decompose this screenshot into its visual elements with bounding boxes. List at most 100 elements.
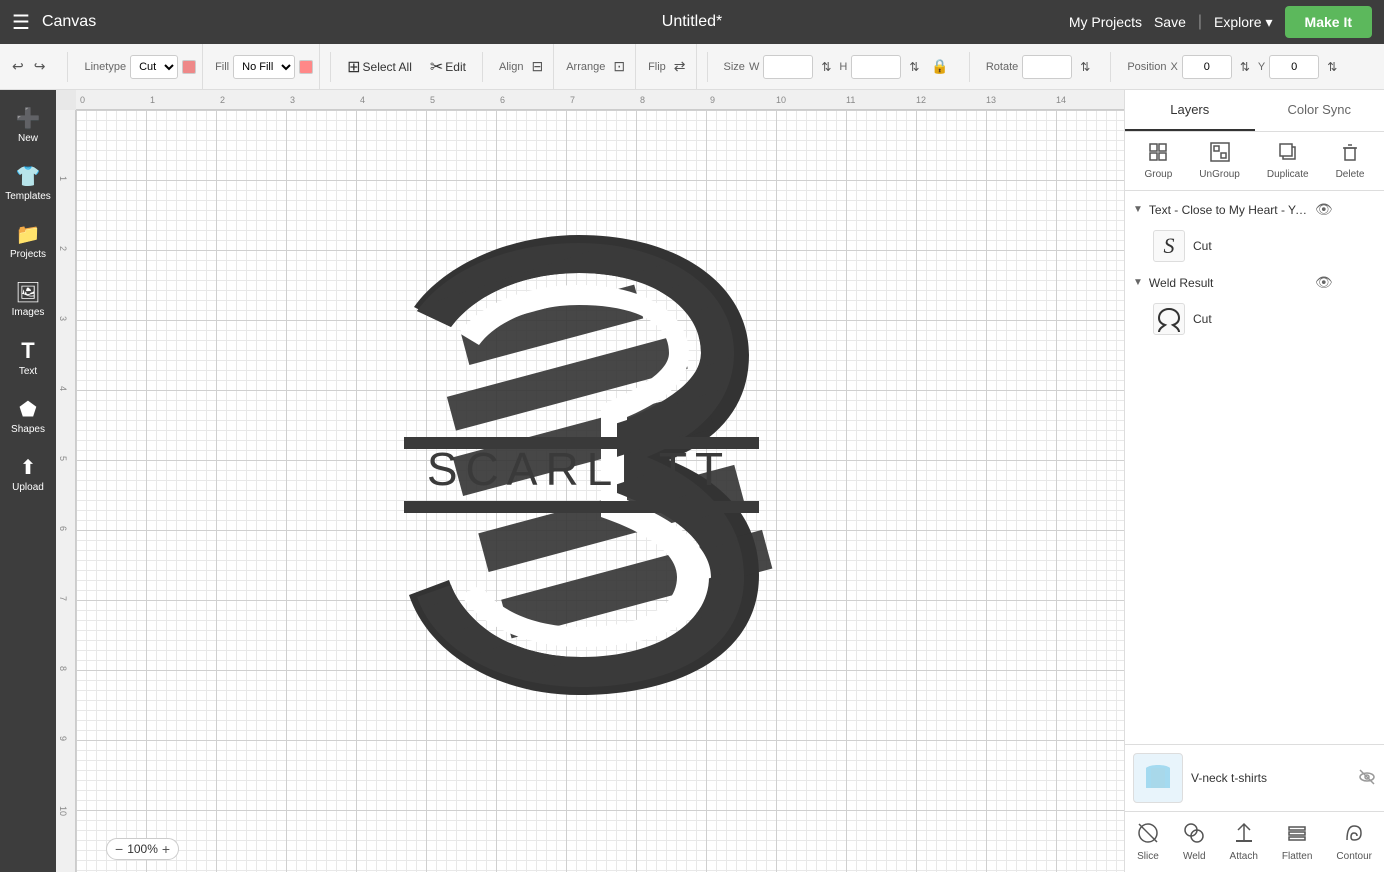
- sidebar-item-text[interactable]: T Text: [3, 330, 53, 385]
- slice-button[interactable]: Slice: [1131, 818, 1165, 866]
- rotate-label: Rotate: [986, 61, 1018, 73]
- lock-ratio-icon[interactable]: 🔒: [927, 56, 952, 77]
- delete-button[interactable]: Delete: [1328, 138, 1373, 184]
- toolbar-divider2: [330, 52, 331, 82]
- ungroup-icon: [1210, 142, 1230, 167]
- duplicate-button[interactable]: Duplicate: [1259, 138, 1317, 184]
- sidebar-item-templates[interactable]: 👕 Templates: [3, 156, 53, 210]
- position-label: Position: [1127, 61, 1166, 73]
- redo-button[interactable]: ↪: [30, 56, 50, 77]
- tab-color-sync[interactable]: Color Sync: [1255, 90, 1384, 131]
- arrange-icon-btn[interactable]: ⊡: [609, 56, 629, 77]
- delete-icon: [1340, 142, 1360, 167]
- slice-icon: [1137, 822, 1159, 849]
- position-group: Position X ⇅ Y ⇅: [1121, 44, 1347, 89]
- layer-item-weld[interactable]: Cut: [1125, 297, 1384, 341]
- nav-divider: |: [1198, 13, 1202, 31]
- templates-icon: 👕: [16, 164, 41, 189]
- visibility-toggle-text[interactable]: 👁: [1315, 201, 1333, 218]
- align-group: Align ⊟: [493, 44, 554, 89]
- svg-text:SCARLETT: SCARLETT: [427, 443, 731, 495]
- sidebar-item-images[interactable]: 🖼 Images: [3, 272, 53, 326]
- align-icon-btn[interactable]: ⊟: [527, 56, 547, 77]
- new-icon: ➕: [16, 106, 41, 131]
- height-input[interactable]: [851, 55, 901, 79]
- linetype-color-swatch[interactable]: [182, 60, 196, 74]
- arrange-group: Arrange ⊡: [560, 44, 636, 89]
- fill-group: Fill No Fill: [209, 44, 320, 89]
- x-label: X: [1170, 61, 1177, 73]
- group-button[interactable]: Group: [1137, 138, 1181, 184]
- canvas-content[interactable]: SCARLETT − 100% +: [76, 110, 1124, 872]
- top-right-actions: My Projects Save | Explore ▾ Make It: [1069, 6, 1372, 38]
- zoom-out-button[interactable]: −: [115, 841, 123, 857]
- weld-button[interactable]: Weld: [1177, 818, 1212, 866]
- zoom-controls: − 100% +: [106, 838, 179, 860]
- layer-item-s[interactable]: S Cut: [1125, 224, 1384, 268]
- flip-group: Flip ⇄: [642, 44, 696, 89]
- explore-link[interactable]: Explore ▾: [1214, 14, 1273, 31]
- ruler-left: 1 2 3 4 5 6 7 8 9 10: [56, 110, 76, 872]
- sidebar-item-upload[interactable]: ⬆ Upload: [3, 447, 53, 501]
- projects-icon: 📁: [16, 222, 41, 247]
- height-stepper[interactable]: ⇅: [905, 58, 923, 76]
- fill-color-swatch[interactable]: [299, 60, 313, 74]
- right-panel: Layers Color Sync Group: [1124, 90, 1384, 872]
- linetype-label: Linetype: [84, 61, 126, 73]
- make-it-button[interactable]: Make It: [1285, 6, 1372, 38]
- layer-group-text: ▼ Text - Close to My Heart - You... 👁 S …: [1125, 195, 1384, 268]
- bottom-preview-thumbnail: [1133, 753, 1183, 803]
- layer-list: ▼ Text - Close to My Heart - You... 👁 S …: [1125, 191, 1384, 744]
- design-element[interactable]: SCARLETT: [369, 205, 789, 725]
- size-group: Size W ⇅ H ⇅ 🔒: [718, 44, 959, 89]
- layer-actions-bar: Group UnGroup: [1125, 132, 1384, 191]
- save-button[interactable]: Save: [1154, 14, 1186, 30]
- sidebar-item-new[interactable]: ➕ New: [3, 98, 53, 152]
- sidebar-item-projects[interactable]: 📁 Projects: [3, 214, 53, 268]
- tab-layers[interactable]: Layers: [1125, 90, 1255, 131]
- chevron-down-icon: ▾: [1266, 14, 1273, 31]
- ungroup-button[interactable]: UnGroup: [1191, 138, 1248, 184]
- zoom-in-button[interactable]: +: [162, 841, 170, 857]
- main-layout: ➕ New 👕 Templates 📁 Projects 🖼 Images T …: [0, 90, 1384, 872]
- layer-group-text-header[interactable]: ▼ Text - Close to My Heart - You... 👁: [1125, 195, 1384, 224]
- select-all-icon: ⊞: [347, 57, 360, 77]
- rotate-stepper[interactable]: ⇅: [1076, 58, 1094, 76]
- visibility-toggle-weld[interactable]: 👁: [1315, 274, 1333, 291]
- x-input[interactable]: [1182, 55, 1232, 79]
- contour-button[interactable]: Contour: [1330, 818, 1378, 866]
- toolbar-divider: [67, 52, 68, 82]
- bottom-visibility-icon[interactable]: [1358, 768, 1376, 789]
- rotate-input[interactable]: [1022, 55, 1072, 79]
- layer-group-weld-header[interactable]: ▼ Weld Result 👁: [1125, 268, 1384, 297]
- flatten-button[interactable]: Flatten: [1276, 818, 1319, 866]
- linetype-select[interactable]: Cut: [130, 55, 178, 79]
- chevron-down-icon: ▼: [1133, 204, 1143, 215]
- width-stepper[interactable]: ⇅: [817, 58, 835, 76]
- sidebar-item-shapes[interactable]: ⬟ Shapes: [3, 389, 53, 443]
- select-all-button[interactable]: ⊞ Select All: [341, 53, 418, 81]
- y-input[interactable]: [1269, 55, 1319, 79]
- panel-tabs: Layers Color Sync: [1125, 90, 1384, 132]
- y-stepper[interactable]: ⇅: [1323, 58, 1341, 76]
- hamburger-icon[interactable]: ☰: [12, 10, 30, 35]
- layer-item-info-weld: Cut: [1193, 312, 1376, 326]
- linetype-group: Linetype Cut: [78, 44, 203, 89]
- undo-button[interactable]: ↩: [8, 56, 28, 77]
- weld-icon: [1183, 822, 1205, 849]
- edit-button[interactable]: ✂ Edit: [424, 53, 472, 81]
- contour-icon: [1343, 822, 1365, 849]
- top-nav: ☰ Canvas Untitled* My Projects Save | Ex…: [0, 0, 1384, 44]
- width-input[interactable]: [763, 55, 813, 79]
- fill-label: Fill: [215, 61, 229, 73]
- attach-icon: [1233, 822, 1255, 849]
- h-label: H: [839, 61, 847, 73]
- flatten-icon: [1286, 822, 1308, 849]
- my-projects-link[interactable]: My Projects: [1069, 14, 1142, 30]
- attach-button[interactable]: Attach: [1224, 818, 1264, 866]
- align-label: Align: [499, 61, 523, 73]
- fill-select[interactable]: No Fill: [233, 55, 295, 79]
- toolbar-divider4: [707, 52, 708, 82]
- flip-icon-btn[interactable]: ⇄: [670, 56, 690, 77]
- x-stepper[interactable]: ⇅: [1236, 58, 1254, 76]
